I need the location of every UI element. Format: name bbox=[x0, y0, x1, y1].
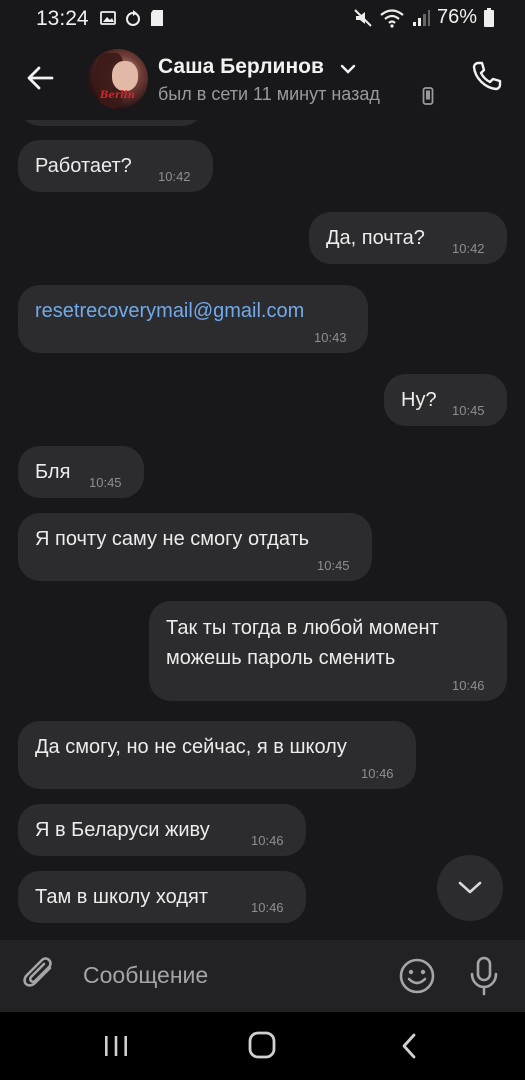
signal-icon bbox=[412, 9, 430, 26]
status-right-icons: 76% bbox=[353, 6, 495, 29]
message-bubble-in[interactable]: Я почту саму не смогу отдать 10:45 bbox=[18, 513, 372, 581]
message-bubble-in[interactable]: Бля 10:45 bbox=[18, 446, 144, 498]
smile-icon[interactable] bbox=[397, 956, 437, 996]
sd-card-icon bbox=[151, 10, 163, 26]
last-seen-status: был в сети 11 минут назад bbox=[158, 84, 380, 104]
message-text: Ну? bbox=[401, 389, 437, 411]
mute-icon bbox=[354, 8, 372, 27]
message-time: 10:46 bbox=[251, 900, 284, 915]
message-bubble-in[interactable]: Да смогу, но не сейчас, я в школу 10:46 bbox=[18, 721, 416, 789]
message-time: 10:46 bbox=[251, 833, 284, 848]
paperclip-icon[interactable] bbox=[22, 956, 60, 996]
gallery-icon bbox=[100, 11, 116, 25]
battery-percent: 76% bbox=[436, 6, 477, 28]
phone-icon[interactable] bbox=[469, 58, 505, 94]
battery-icon bbox=[484, 7, 494, 27]
message-bubble-out[interactable]: Да, почта? 10:42 bbox=[309, 212, 507, 264]
wifi-icon bbox=[380, 8, 404, 28]
avatar-label: Berlin bbox=[100, 90, 135, 101]
status-left-icons bbox=[100, 9, 164, 27]
chat-header: Berlin Саша Берлинов был в сети 11 минут… bbox=[0, 38, 525, 120]
status-time: 13:24 bbox=[36, 7, 89, 30]
message-time: 10:46 bbox=[361, 766, 394, 781]
message-text: Работает? bbox=[35, 155, 132, 177]
message-input[interactable]: Сообщение bbox=[83, 962, 208, 989]
message-time: 10:46 bbox=[452, 678, 485, 693]
message-bubble-out[interactable]: Ну? 10:45 bbox=[384, 374, 507, 426]
message-time: 10:42 bbox=[158, 169, 191, 184]
message-text: Да, почта? bbox=[326, 227, 425, 249]
message-time: 10:45 bbox=[317, 558, 350, 573]
message-bubble-in[interactable]: Работает? 10:42 bbox=[18, 140, 213, 192]
message-time: 10:43 bbox=[314, 330, 347, 345]
message-bubble-partial[interactable] bbox=[18, 120, 204, 126]
contact-name[interactable]: Саша Берлинов bbox=[158, 55, 324, 79]
phone-device-icon bbox=[422, 87, 434, 105]
microphone-icon[interactable] bbox=[467, 955, 501, 997]
avatar[interactable]: Berlin bbox=[88, 49, 148, 109]
status-bar: 13:24 76% bbox=[0, 0, 525, 38]
recent-apps-icon[interactable] bbox=[102, 1034, 130, 1058]
message-bubble-out[interactable]: Так ты тогда в любой момент можешь парол… bbox=[149, 601, 507, 701]
home-icon[interactable] bbox=[247, 1030, 277, 1060]
message-text: Бля bbox=[35, 461, 71, 483]
email-link[interactable]: resetrecoverymail@gmail.com bbox=[35, 296, 304, 326]
message-text: Да смогу, но не сейчас, я в школу bbox=[35, 736, 347, 758]
message-time: 10:45 bbox=[89, 475, 122, 490]
message-text: Я почту саму не смогу отдать bbox=[35, 528, 310, 550]
system-nav-bar bbox=[0, 1012, 525, 1080]
message-bubble-in[interactable]: Там в школу ходят 10:46 bbox=[18, 871, 306, 923]
message-time: 10:45 bbox=[452, 403, 485, 418]
chevron-down-icon[interactable] bbox=[340, 63, 356, 75]
scroll-down-icon bbox=[458, 881, 482, 894]
nav-back-icon[interactable] bbox=[398, 1032, 420, 1060]
message-text: Я в Беларуси живу bbox=[35, 819, 210, 841]
message-text-line2: можешь пароль сменить bbox=[166, 647, 396, 669]
avatar-face bbox=[112, 61, 138, 91]
message-text-line1: Так ты тогда в любой момент bbox=[166, 617, 439, 639]
message-text: Там в школу ходят bbox=[35, 886, 208, 908]
message-list[interactable]: Работает? 10:42 Да, почта? 10:42 resetre… bbox=[0, 120, 525, 940]
message-bubble-in[interactable]: resetrecoverymail@gmail.com 10:43 bbox=[18, 285, 368, 353]
scroll-down-button[interactable] bbox=[437, 855, 503, 921]
message-bubble-in[interactable]: Я в Беларуси живу 10:46 bbox=[18, 804, 306, 856]
message-time: 10:42 bbox=[452, 241, 485, 256]
sync-icon bbox=[126, 10, 140, 26]
message-composer: Сообщение bbox=[0, 940, 525, 1012]
back-arrow-icon[interactable] bbox=[22, 60, 58, 96]
